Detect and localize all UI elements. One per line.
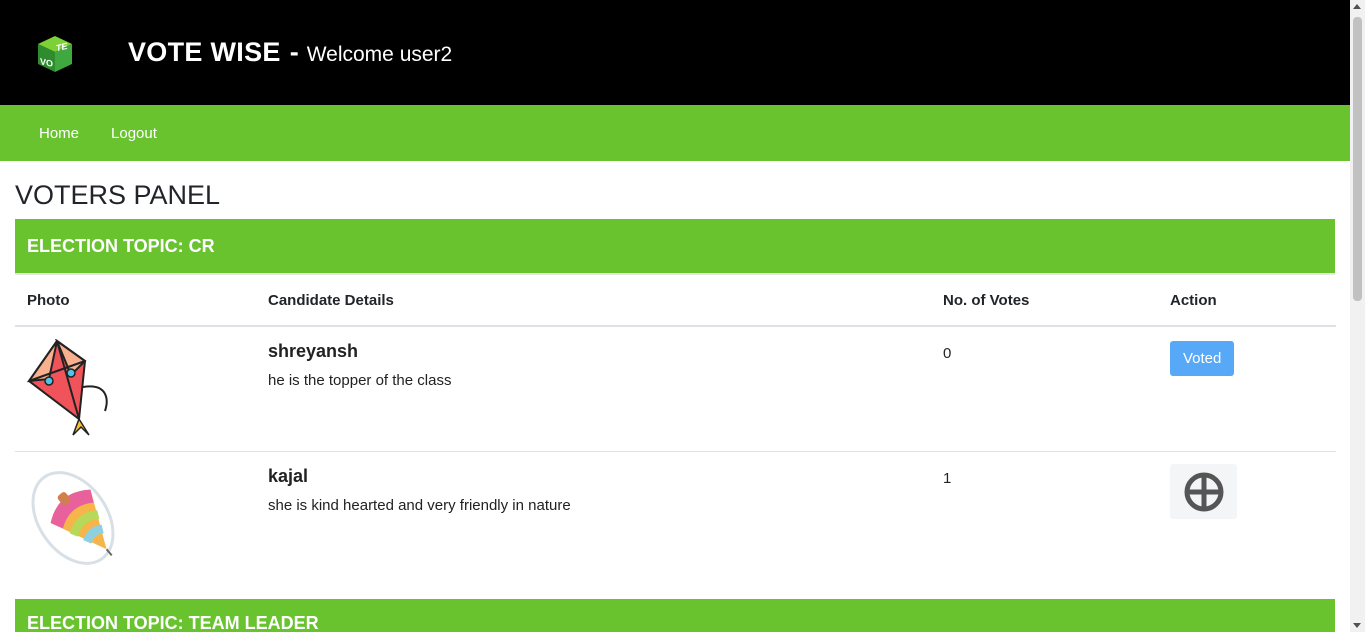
candidate-details: kajal she is kind hearted and very frien… (256, 452, 931, 580)
voted-button[interactable]: Voted (1170, 341, 1235, 376)
brand-separator: - (289, 37, 299, 67)
table-header-row: Photo Candidate Details No. of Votes Act… (15, 275, 1336, 327)
vote-count: 0 (943, 345, 952, 362)
table-row: kajal she is kind hearted and very frien… (15, 452, 1336, 580)
candidate-votes-cell: 0 (931, 326, 1158, 452)
candidate-photo (15, 452, 256, 580)
column-header-candidate-details: Candidate Details (256, 275, 931, 327)
app-name: VOTE WISE (128, 37, 281, 67)
scroll-up-arrow-icon[interactable] (1353, 4, 1361, 9)
page-title: VOTERS PANEL (15, 180, 221, 210)
spinning-top-icon (31, 471, 115, 565)
nav-logout-link[interactable]: Logout (95, 117, 173, 150)
election-topic-header: ELECTION TOPIC: TEAM LEADER (15, 598, 1335, 632)
nav-home-link[interactable]: Home (23, 117, 95, 150)
page: VO TE VOTE WISE - Welcome user2 Home Log… (0, 0, 1350, 632)
candidates-table: Photo Candidate Details No. of Votes Act… (15, 275, 1336, 580)
vote-symbol-button[interactable] (1170, 464, 1237, 519)
party-symbol-icon (1184, 472, 1223, 511)
column-header-photo: Photo (15, 275, 256, 327)
scrollbar-thumb[interactable] (1353, 17, 1362, 301)
brand-title: VOTE WISE - Welcome user2 (128, 37, 452, 68)
svg-text:VO: VO (40, 56, 53, 69)
vote-cube-icon: VO TE (38, 35, 72, 72)
table-row: shreyansh he is the topper of the class … (15, 326, 1336, 452)
candidate-description: he is the topper of the class (268, 372, 452, 389)
column-header-action: Action (1158, 275, 1336, 327)
welcome-text: Welcome user2 (306, 43, 453, 66)
scroll-down-arrow-icon[interactable] (1353, 623, 1361, 628)
kite-icon (27, 339, 108, 436)
top-header: VO TE VOTE WISE - Welcome user2 (0, 0, 1350, 105)
column-header-votes: No. of Votes (931, 275, 1158, 327)
candidate-description: she is kind hearted and very friendly in… (268, 497, 571, 514)
candidate-name: shreyansh (268, 341, 359, 361)
vertical-scrollbar[interactable] (1350, 0, 1365, 632)
vote-count: 1 (943, 470, 952, 487)
candidate-name: kajal (268, 466, 309, 486)
candidate-details: shreyansh he is the topper of the class (256, 326, 931, 452)
candidate-photo (15, 326, 256, 452)
candidate-votes-cell: 1 (931, 452, 1158, 580)
nav-bar: Home Logout (0, 105, 1350, 161)
candidate-action-cell: Voted (1158, 326, 1336, 452)
candidate-action-cell (1158, 452, 1336, 580)
election-topic-header: ELECTION TOPIC: CR (15, 219, 1335, 275)
